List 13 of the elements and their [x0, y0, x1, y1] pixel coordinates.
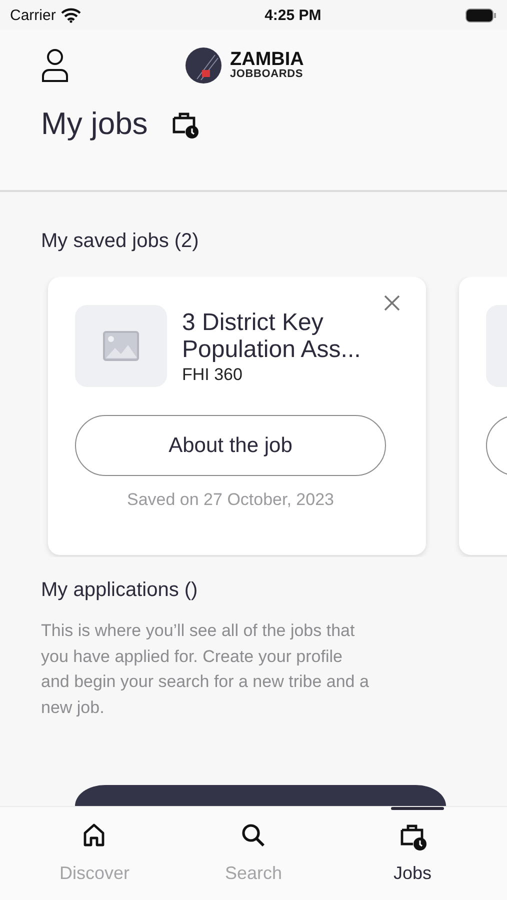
- section-title: My applications (): [40, 579, 199, 602]
- about-button[interactable]: About the job: [75, 415, 386, 476]
- brand-name: ZAMBIA: [230, 50, 304, 69]
- tab[interactable]: Jobs: [358, 807, 468, 897]
- carrier-label: Carrier: [10, 6, 56, 24]
- section-title: My saved jobs (2): [40, 230, 200, 253]
- job-title: 3 District Key Population Ass...: [182, 309, 362, 363]
- page-title: My jobs: [41, 106, 148, 142]
- saved-date: Saved on 27 October, 2023: [126, 490, 335, 510]
- empty-message: This is where you’ll see all of the jobs that you have applied for. Create your profile and begin your search for a new tribe and a new job.: [40, 620, 370, 718]
- company-name: FHI 360: [182, 365, 244, 385]
- brand-tagline: JOBBOARDS: [230, 69, 304, 80]
- clock-time: 4:25 PM: [264, 6, 322, 24]
